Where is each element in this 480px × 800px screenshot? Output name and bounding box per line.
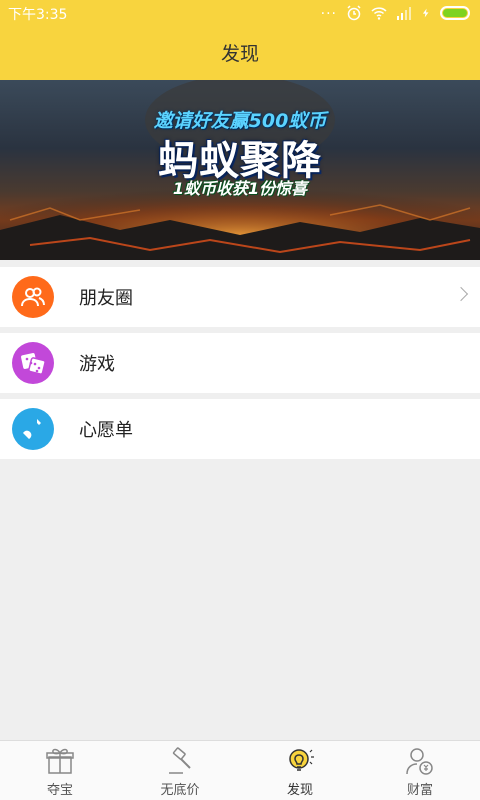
status-bar: 下午3:35 ... bbox=[0, 0, 480, 25]
alarm-icon bbox=[347, 4, 361, 20]
banner-tagline: 1蚁币收获1份惊喜 bbox=[172, 179, 308, 198]
gift-icon bbox=[46, 748, 74, 774]
tab-wealth[interactable]: 财富 bbox=[360, 741, 480, 800]
wish-bottle-icon bbox=[12, 408, 54, 450]
tab-duobao[interactable]: 夺宝 bbox=[0, 741, 120, 800]
charging-icon bbox=[422, 8, 429, 17]
battery-icon bbox=[440, 5, 470, 20]
tab-label: 夺宝 bbox=[46, 783, 73, 798]
user-money-icon bbox=[406, 748, 433, 775]
promo-banner[interactable]: 邀请好友赢500蚁币 蚂蚁聚降 1蚁币收获1份惊喜 bbox=[0, 80, 480, 260]
friends-icon bbox=[12, 276, 54, 318]
tab-label: 财富 bbox=[406, 783, 433, 798]
list-item-friends[interactable]: 朋友圈 bbox=[0, 267, 480, 327]
tab-discover[interactable]: 发现 bbox=[240, 741, 360, 800]
lightbulb-icon bbox=[289, 749, 314, 771]
bottom-tab-bar: 夺宝 无底价 发现 财富 bbox=[0, 740, 480, 800]
gavel-icon bbox=[169, 747, 191, 774]
tab-label: 无底价 bbox=[160, 783, 200, 798]
status-time: 下午3:35 bbox=[8, 7, 68, 23]
signal-icon bbox=[397, 6, 411, 20]
wifi-icon bbox=[371, 6, 387, 20]
list-item-label: 心愿单 bbox=[79, 420, 133, 441]
list-item-games[interactable]: 游戏 bbox=[0, 333, 480, 393]
tab-label: 发现 bbox=[286, 783, 313, 798]
list-item-label: 朋友圈 bbox=[79, 288, 133, 309]
list-item-wishlist[interactable]: 心愿单 bbox=[0, 399, 480, 459]
dice-icon bbox=[12, 342, 54, 384]
status-icons: ... bbox=[320, 1, 470, 21]
title-bar: 发现 bbox=[0, 25, 480, 80]
list-item-label: 游戏 bbox=[79, 354, 115, 375]
tab-no-reserve[interactable]: 无底价 bbox=[120, 741, 240, 800]
page-title: 发现 bbox=[220, 43, 259, 65]
chevron-right-icon bbox=[453, 286, 469, 302]
notification-dots: ... bbox=[320, 1, 337, 18]
